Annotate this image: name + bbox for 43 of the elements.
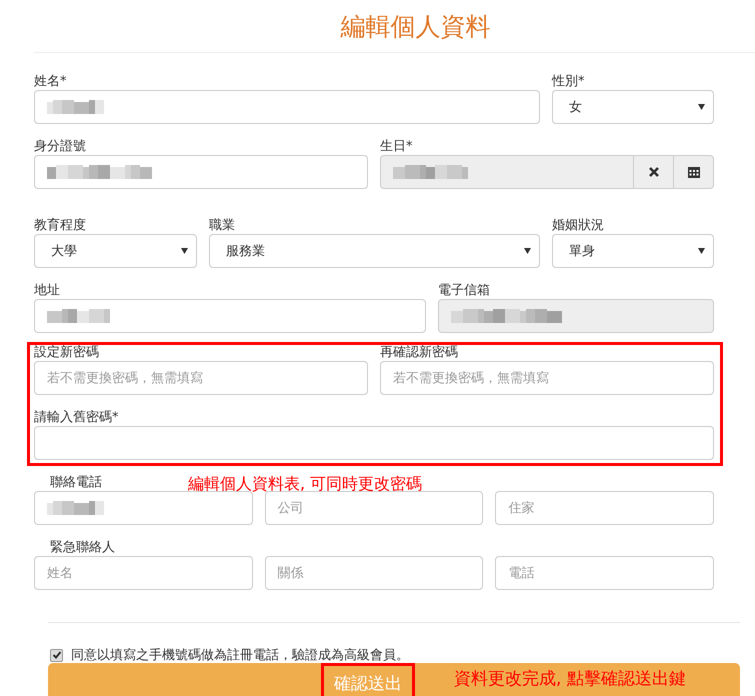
input-field[interactable] [34, 491, 253, 525]
caret-icon [698, 248, 705, 254]
field-label: 聯絡電話 [50, 475, 102, 491]
field-label: 緊急聯絡人 [50, 540, 115, 556]
select-field[interactable]: 大學 [34, 234, 197, 268]
field-label: 再確認新密碼 [380, 345, 459, 361]
field-label: 婚姻狀況 [552, 218, 605, 234]
input-field[interactable]: 若不需更換密碼，無需填寫 [380, 361, 714, 395]
annotation-note: 資料更改完成, 點擊確認送出鍵 [454, 669, 686, 689]
input-field[interactable]: 關係 [264, 556, 484, 590]
annotation-note: 編輯個人資料表, 可同時更改密碼 [188, 475, 422, 493]
checkbox[interactable] [50, 648, 63, 662]
calendar-icon [688, 166, 700, 178]
field-label: 性別* [552, 74, 586, 90]
field-label: 教育程度 [34, 218, 87, 234]
caret-icon [181, 248, 188, 254]
field-label: 請輸入舊密碼* [34, 410, 120, 426]
select-field[interactable]: 服務業 [209, 234, 540, 268]
agreement-text: 同意以填寫之手機號碼做為註冊電話，驗證成為高級會員。 [71, 647, 409, 664]
input-field[interactable] [34, 426, 714, 460]
field-label: 身分證號 [34, 139, 87, 155]
calendar-button[interactable] [674, 155, 714, 189]
field-label: 設定新密碼 [34, 345, 100, 361]
select-field[interactable]: 單身 [552, 234, 714, 268]
input-field[interactable]: 若不需更換密碼，無需填寫 [34, 361, 368, 395]
input-field[interactable]: 住家 [495, 491, 714, 525]
input-field[interactable]: 姓名 [34, 556, 253, 590]
field-label: 姓名* [34, 74, 68, 90]
close-icon [648, 167, 658, 177]
field-label: 地址 [34, 283, 61, 299]
select-field[interactable]: 女 [552, 90, 714, 124]
input-field[interactable]: 公司 [264, 491, 484, 525]
field-label: 生日* [380, 139, 414, 155]
field-label: 職業 [209, 218, 236, 234]
input-field[interactable]: 電話 [495, 556, 714, 590]
input-field[interactable] [34, 90, 540, 124]
page-title: 編輯個人資料 [340, 10, 490, 42]
input-field[interactable] [34, 155, 368, 189]
input-field[interactable] [34, 299, 426, 333]
caret-icon [698, 104, 705, 110]
caret-icon [524, 248, 531, 254]
field-label: 電子信箱 [438, 283, 491, 299]
clear-button[interactable] [634, 155, 674, 189]
